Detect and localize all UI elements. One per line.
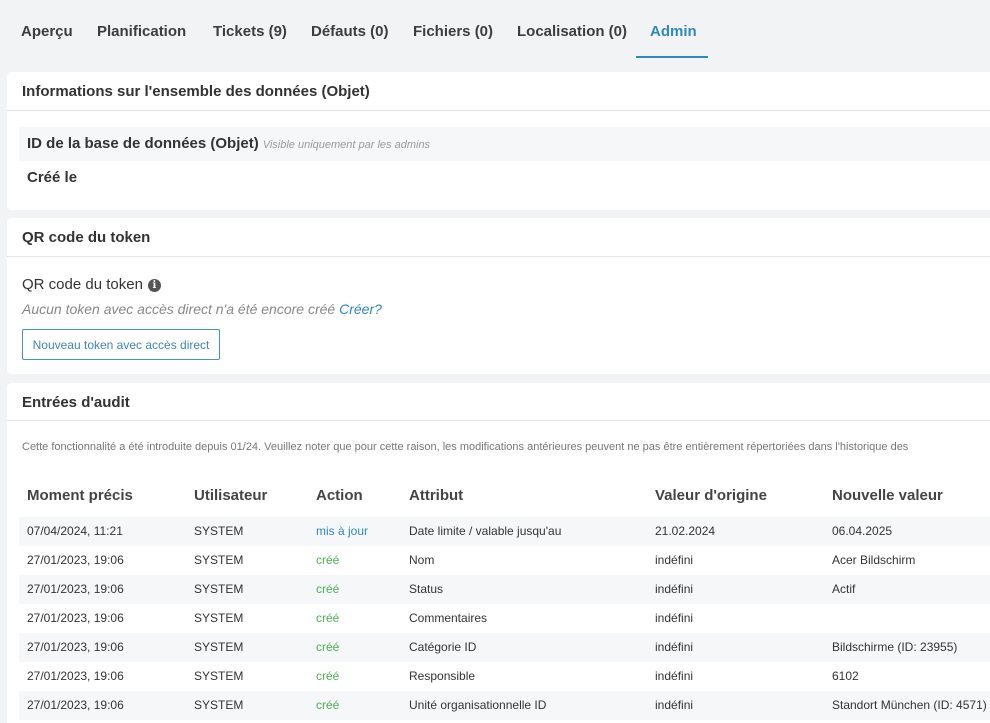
- qr-empty-message: Aucun token avec accès direct n'a été en…: [22, 301, 382, 317]
- cell-old-value: indéfini: [655, 553, 694, 567]
- table-row: 27/01/2023, 19:06 SYSTEM créé Commentaires i…: [19, 604, 990, 633]
- cell-attribute: Unité organisationnelle ID: [409, 698, 547, 712]
- cell-attribute: Commentaires: [409, 611, 488, 625]
- tab-planification[interactable]: Planification: [97, 23, 186, 40]
- cell-new-value: Acer Bildschirm: [832, 553, 916, 567]
- tab-fichiers[interactable]: Fichiers (0): [413, 23, 493, 40]
- active-tab-indicator: [636, 56, 708, 58]
- table-row: 27/01/2023, 19:06 SYSTEM créé Unité organis…: [19, 691, 990, 720]
- cell-user: SYSTEM: [194, 524, 244, 538]
- cell-old-value: indéfini: [655, 698, 694, 712]
- qr-label: QR code du token i: [22, 276, 161, 293]
- qr-token-card: QR code du token QR code du token i Aucun…: [7, 218, 990, 374]
- cell-action: créé: [316, 669, 340, 683]
- cell-time: 27/01/2023, 19:06: [27, 698, 124, 712]
- cell-attribute: Date limite / valable jusqu'au: [409, 524, 562, 538]
- cell-new-value: Actif: [832, 582, 856, 596]
- table-row: 27/01/2023, 19:06 SYSTEM créé Catégorie ID i…: [19, 633, 990, 662]
- cell-attribute: Nom: [409, 553, 435, 567]
- cell-time: 07/04/2024, 11:21: [27, 524, 123, 538]
- audit-card: Entrées d'audit Cette fonctionnalité a é…: [7, 383, 990, 723]
- dataset-info-card: Informations sur l'ensemble des données …: [7, 72, 990, 210]
- tab-admin[interactable]: Admin: [650, 23, 697, 40]
- table-row: 27/01/2023, 19:06 SYSTEM créé Nom indéfini Ac…: [19, 546, 990, 575]
- cell-time: 27/01/2023, 19:06: [27, 640, 124, 654]
- table-row: 27/01/2023, 19:06 SYSTEM créé Responsible in…: [19, 662, 990, 691]
- info-icon[interactable]: i: [147, 279, 161, 292]
- cell-attribute: Responsible: [409, 669, 476, 683]
- col-header-action[interactable]: Action: [316, 487, 363, 504]
- db-id-hint: Visible uniquement par les admins: [262, 139, 431, 151]
- cell-action: créé: [316, 698, 340, 712]
- col-header-user[interactable]: Utilisateur: [194, 487, 267, 504]
- cell-time: 27/01/2023, 19:06: [27, 611, 124, 625]
- tab-bar: Aperçu Planification Tickets (9) Défauts…: [0, 0, 990, 60]
- cell-attribute: Catégorie ID: [409, 640, 477, 654]
- cell-user: SYSTEM: [194, 611, 244, 625]
- col-header-new-value[interactable]: Nouvelle valeur: [832, 487, 943, 504]
- new-token-button[interactable]: Nouveau token avec accès direct: [22, 329, 220, 360]
- cell-action: créé: [316, 611, 340, 625]
- cell-action: créé: [316, 640, 340, 654]
- cell-new-value: 06.04.2025: [832, 524, 893, 538]
- cell-old-value: indéfini: [655, 640, 694, 654]
- col-header-attribute[interactable]: Attribut: [409, 487, 463, 504]
- cell-action: mis à jour: [316, 524, 369, 538]
- divider: [7, 110, 990, 111]
- col-header-old-value[interactable]: Valeur d'origine: [655, 487, 767, 504]
- cell-action: créé: [316, 553, 340, 567]
- cell-user: SYSTEM: [194, 582, 244, 596]
- cell-time: 27/01/2023, 19:06: [27, 553, 124, 567]
- audit-title: Entrées d'audit: [22, 394, 130, 411]
- divider: [7, 420, 990, 421]
- cell-user: SYSTEM: [194, 698, 244, 712]
- db-id-label: ID de la base de données (Objet) Visible …: [27, 135, 430, 152]
- cell-old-value: indéfini: [655, 611, 694, 625]
- cell-time: 27/01/2023, 19:06: [27, 582, 124, 596]
- create-token-link[interactable]: Créer?: [339, 301, 382, 317]
- cell-attribute: Status: [409, 582, 444, 596]
- tab-tickets[interactable]: Tickets (9): [213, 23, 287, 40]
- cell-new-value: Standort München (ID: 4571): [832, 698, 987, 712]
- tab-localisation[interactable]: Localisation (0): [517, 23, 627, 40]
- audit-note: Cette fonctionnalité a été introduite de…: [22, 441, 909, 453]
- cell-action: créé: [316, 582, 340, 596]
- dataset-info-title: Informations sur l'ensemble des données …: [22, 83, 370, 100]
- cell-time: 27/01/2023, 19:06: [27, 669, 124, 683]
- cell-user: SYSTEM: [194, 640, 244, 654]
- created-label: Créé le: [27, 169, 78, 186]
- tab-apercu[interactable]: Aperçu: [21, 23, 73, 40]
- cell-new-value: Bildschirme (ID: 23955): [832, 640, 958, 654]
- table-row: 07/04/2024, 11:21 SYSTEM mis à jour Date li…: [19, 517, 990, 546]
- cell-user: SYSTEM: [194, 553, 244, 567]
- cell-new-value: 6102: [832, 669, 859, 683]
- qr-empty-text: Aucun token avec accès direct n'a été en…: [22, 301, 336, 317]
- tab-defauts[interactable]: Défauts (0): [311, 23, 389, 40]
- divider: [7, 256, 990, 257]
- db-id-label-text: ID de la base de données (Objet): [27, 135, 259, 152]
- qr-label-text: QR code du token: [22, 276, 143, 293]
- table-row: 27/01/2023, 19:06 SYSTEM créé Status indéfin…: [19, 575, 990, 604]
- col-header-time[interactable]: Moment précis: [27, 487, 133, 504]
- cell-user: SYSTEM: [194, 669, 244, 683]
- cell-old-value: 21.02.2024: [655, 524, 716, 538]
- cell-old-value: indéfini: [655, 669, 694, 683]
- qr-card-title: QR code du token: [22, 229, 151, 246]
- cell-old-value: indéfini: [655, 582, 694, 596]
